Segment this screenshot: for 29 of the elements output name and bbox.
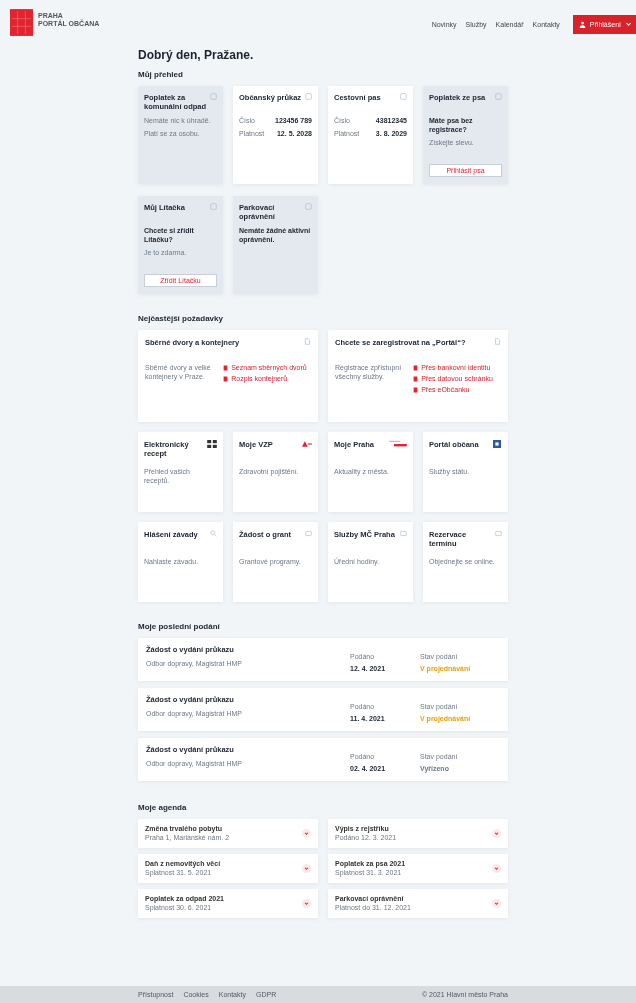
info-icon	[495, 93, 502, 100]
chevron-icon[interactable]	[302, 829, 311, 838]
user-icon	[578, 21, 586, 28]
section-title: Můj přehled	[138, 70, 184, 79]
square-logo-icon	[492, 440, 502, 448]
info-icon	[210, 93, 217, 100]
section-title: Moje agenda	[138, 803, 188, 812]
document-icon	[305, 530, 312, 537]
info-icon	[210, 203, 217, 210]
info-icon	[305, 93, 312, 100]
arrow-logo-icon	[302, 440, 312, 448]
section-title: Moje poslední podání	[138, 622, 221, 631]
chevron-icon[interactable]	[492, 829, 501, 838]
search-icon	[210, 530, 217, 537]
section-title: Nejčastější požadavky	[138, 314, 224, 323]
grid-icon	[207, 440, 217, 448]
chevron-icon[interactable]	[492, 864, 501, 873]
document-icon	[400, 530, 407, 537]
info-icon	[305, 203, 312, 210]
chevron-icon[interactable]	[302, 899, 311, 908]
greeting: Dobrý den, Pražane.	[138, 48, 255, 62]
chevron-icon[interactable]	[492, 899, 501, 908]
info-icon	[400, 93, 407, 100]
stripe-logo-icon	[389, 440, 407, 448]
document-icon	[304, 338, 311, 345]
document-icon	[495, 530, 502, 537]
document-icon	[494, 338, 501, 345]
caret-icon	[625, 21, 632, 28]
chevron-icon[interactable]	[302, 864, 311, 873]
